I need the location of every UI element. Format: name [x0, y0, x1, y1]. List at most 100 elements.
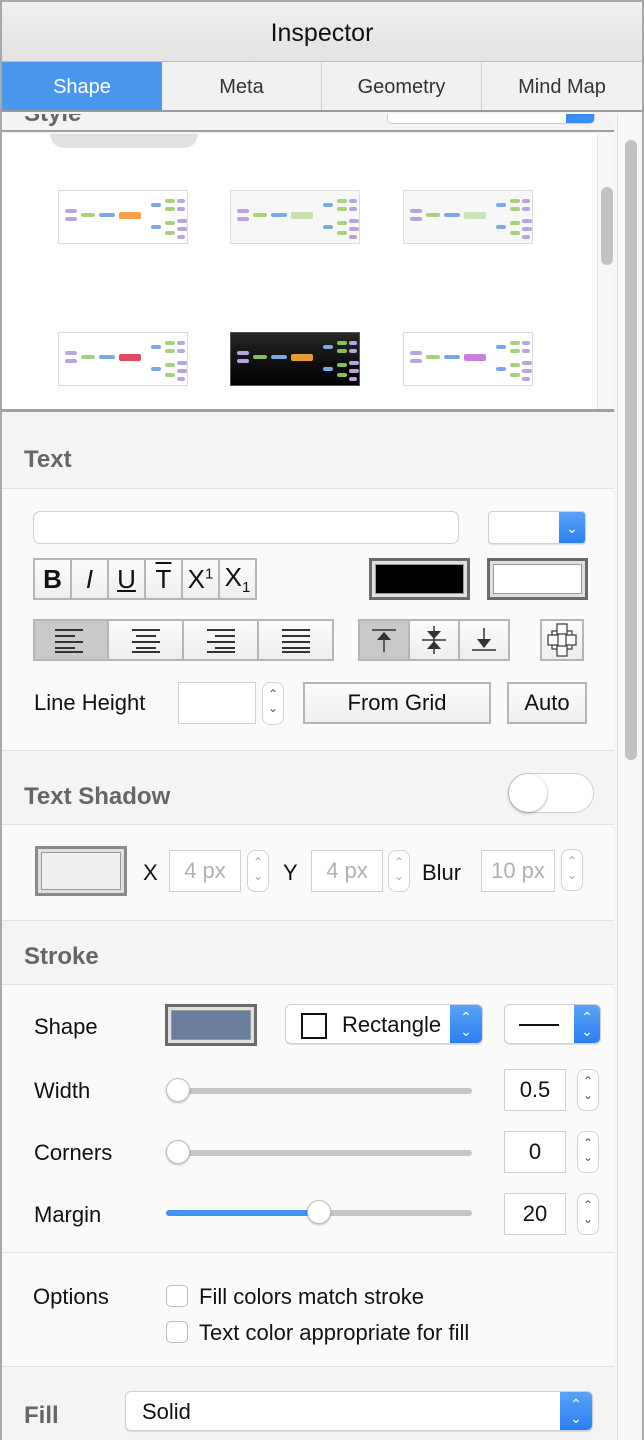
- mind-map-node: [291, 212, 313, 219]
- text-color-well[interactable]: [369, 558, 470, 600]
- shadow-x-field[interactable]: 4 px: [169, 850, 241, 892]
- inspector-scrollbar[interactable]: [617, 114, 641, 1440]
- fill-colors-match-stroke-checkbox[interactable]: [166, 1285, 188, 1307]
- chevron-down-icon: ⌄: [582, 1150, 594, 1164]
- gallery-scrollbar-thumb[interactable]: [601, 187, 613, 265]
- stroke-margin-slider[interactable]: [166, 1200, 472, 1226]
- mind-map-node: [510, 207, 520, 211]
- mind-map-node: [151, 225, 161, 229]
- text-padding-button[interactable]: [542, 621, 582, 659]
- fill-type-dropdown[interactable]: Solid ⌃ ⌄: [125, 1391, 593, 1431]
- valign-bottom-button[interactable]: [460, 621, 508, 659]
- tab-mind-map[interactable]: Mind Map: [482, 62, 642, 110]
- shadow-y-field[interactable]: 4 px: [311, 850, 383, 892]
- style-thumbnail-style-pastel-green[interactable]: [230, 190, 360, 244]
- align-left-button[interactable]: [35, 621, 107, 659]
- subscript-base: X: [224, 561, 242, 592]
- style-thumbnail-style-red-oval[interactable]: [58, 332, 188, 386]
- bold-button[interactable]: B: [35, 560, 70, 598]
- inspector-content: Style Text ⌄ B I U: [2, 114, 642, 1440]
- mind-map-node: [165, 231, 175, 235]
- inspector-scrollbar-thumb[interactable]: [625, 140, 637, 760]
- mind-map-node: [337, 341, 347, 345]
- mind-map-node: [410, 351, 422, 355]
- tab-geometry[interactable]: Geometry: [322, 62, 482, 110]
- style-dropdown[interactable]: [387, 114, 595, 124]
- align-center-button[interactable]: [109, 621, 182, 659]
- stroke-width-slider[interactable]: [166, 1078, 472, 1104]
- subscript-button[interactable]: X1: [220, 560, 255, 598]
- font-size-dropdown[interactable]: ⌄: [488, 511, 586, 544]
- stroke-width-stepper[interactable]: ⌃ ⌄: [577, 1069, 599, 1111]
- align-justify-button[interactable]: [259, 621, 332, 659]
- align-right-icon: [206, 629, 235, 653]
- shadow-blur-field[interactable]: 10 px: [481, 850, 555, 892]
- align-right-button[interactable]: [184, 621, 257, 659]
- text-section-title: Text: [24, 446, 72, 473]
- align-justify-icon: [281, 629, 310, 653]
- from-grid-button[interactable]: From Grid: [303, 682, 491, 724]
- font-family-field[interactable]: [33, 511, 459, 544]
- style-thumbnail-style-pastel-mixed[interactable]: [403, 190, 533, 244]
- mind-map-node: [349, 377, 357, 381]
- stroke-corners-field[interactable]: 0: [504, 1131, 566, 1173]
- mind-map-node: [337, 199, 347, 203]
- padding-layout-icon: [547, 623, 577, 657]
- mind-map-node: [253, 213, 267, 217]
- style-section-header: Style: [2, 114, 614, 132]
- strikethrough-button[interactable]: T: [146, 560, 181, 598]
- superscript-icon: X1: [188, 564, 214, 595]
- valign-middle-button[interactable]: [410, 621, 458, 659]
- mind-map-node: [522, 377, 530, 381]
- stroke-corners-stepper[interactable]: ⌃ ⌄: [577, 1131, 599, 1173]
- up-down-chevron-icon: ⌃ ⌄: [450, 1005, 482, 1043]
- style-thumbnail-style-dark[interactable]: [230, 332, 360, 386]
- fill-section-header: Fill Solid ⌃ ⌄: [2, 1367, 614, 1440]
- text-color-appropriate-checkbox[interactable]: [166, 1321, 188, 1343]
- shadow-y-stepper[interactable]: ⌃ ⌄: [388, 850, 410, 892]
- shadow-color-well[interactable]: [35, 846, 127, 896]
- strikethrough-icon: T: [155, 563, 172, 594]
- slider-knob[interactable]: [166, 1140, 190, 1164]
- mind-map-node: [522, 199, 530, 203]
- text-color-appropriate-label[interactable]: Text color appropriate for fill: [199, 1320, 469, 1346]
- valign-top-button[interactable]: [360, 621, 408, 659]
- mind-map-node: [177, 377, 185, 381]
- fill-colors-match-stroke-label[interactable]: Fill colors match stroke: [199, 1284, 424, 1310]
- slider-knob[interactable]: [307, 1200, 331, 1224]
- style-thumbnail-style-purple-minimal[interactable]: [403, 332, 533, 386]
- stroke-margin-field[interactable]: 20: [504, 1193, 566, 1235]
- stroke-corners-slider[interactable]: [166, 1140, 472, 1166]
- slider-fill: [166, 1210, 319, 1216]
- stroke-shape-dropdown[interactable]: Rectangle ⌃ ⌄: [285, 1004, 483, 1044]
- style-thumbnail-style-colorful-orange[interactable]: [58, 190, 188, 244]
- mind-map-node: [177, 219, 187, 223]
- stroke-margin-stepper[interactable]: ⌃ ⌄: [577, 1193, 599, 1235]
- mind-map-node: [119, 212, 141, 219]
- stroke-line-style-dropdown[interactable]: ⌃ ⌄: [504, 1004, 601, 1044]
- rectangle-icon: [301, 1013, 327, 1039]
- mind-map-node: [177, 227, 187, 231]
- mind-map-node: [522, 227, 532, 231]
- shadow-blur-stepper[interactable]: ⌃ ⌄: [561, 849, 583, 891]
- gallery-scrollbar[interactable]: [597, 134, 614, 409]
- underline-button[interactable]: U: [109, 560, 144, 598]
- line-height-stepper[interactable]: ⌃ ⌄: [262, 682, 284, 725]
- text-background-color-well[interactable]: [487, 558, 588, 600]
- shadow-x-stepper[interactable]: ⌃ ⌄: [247, 850, 269, 892]
- chevron-down-icon: ⌄: [252, 869, 264, 883]
- tab-meta[interactable]: Meta: [162, 62, 322, 110]
- gallery-category-pill[interactable]: [50, 134, 198, 148]
- slider-knob[interactable]: [166, 1078, 190, 1102]
- up-down-chevron-icon: ⌃ ⌄: [560, 1392, 592, 1430]
- chevron-up-icon: ⌃: [582, 1136, 594, 1150]
- text-shadow-toggle[interactable]: [508, 773, 594, 813]
- italic-button[interactable]: I: [72, 560, 107, 598]
- mind-map-node: [510, 341, 520, 345]
- superscript-button[interactable]: X1: [183, 560, 218, 598]
- stroke-color-well[interactable]: [165, 1004, 257, 1046]
- tab-shape[interactable]: Shape: [2, 62, 162, 110]
- line-height-field[interactable]: [178, 682, 256, 724]
- auto-button[interactable]: Auto: [507, 682, 587, 724]
- stroke-width-field[interactable]: 0.5: [504, 1069, 566, 1111]
